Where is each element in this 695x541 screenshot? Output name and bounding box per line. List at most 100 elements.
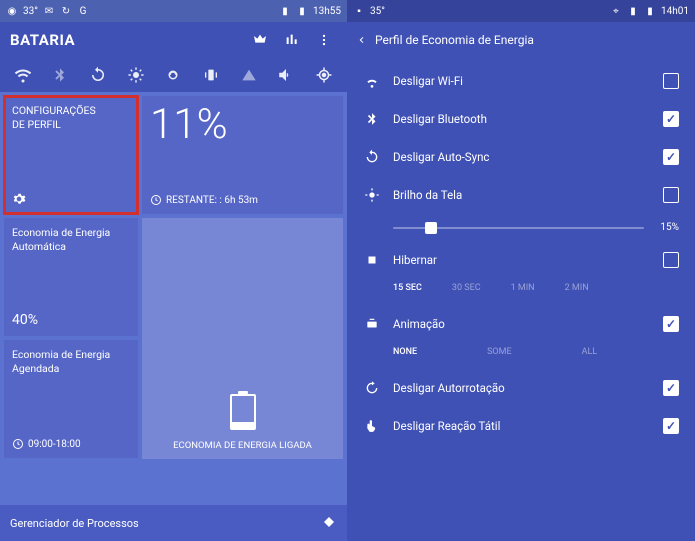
settings-list: Desligar Wi-Fi Desligar Bluetooth Deslig… [347,58,695,449]
diamond-icon [323,516,337,530]
hib-opt-2m[interactable]: 2 MIN [565,283,589,293]
signal-icon: ▮ [627,5,639,17]
setting-haptic[interactable]: Desligar Reação Tátil [347,407,695,445]
setting-haptic-label: Desligar Reação Tátil [393,419,663,433]
setting-hibernate-label: Hibernar [393,253,663,267]
checkbox-bluetooth[interactable] [663,111,679,127]
setting-brightness[interactable]: Brilho da Tela [347,176,695,214]
bluetooth-icon [363,110,381,128]
bluetooth-icon[interactable] [44,59,76,91]
setting-bluetooth-label: Desligar Bluetooth [393,112,663,126]
appbar-subtitle: Perfil de Economia de Energia [375,33,685,47]
tile-eco-status[interactable]: ECONOMIA DE ENERGIA LIGADA [142,218,343,459]
hib-opt-15[interactable]: 15 SEC [393,283,422,293]
wifi-icon[interactable] [7,59,39,91]
app-title: BATARIA [10,31,241,49]
sync-icon[interactable] [82,59,114,91]
anim-opt-some[interactable]: SOME [487,347,512,357]
tile-scheduled[interactable]: Economia de Energia Agendada 09:00-18:00 [4,340,138,458]
checkbox-wifi[interactable] [663,73,679,89]
volume-icon[interactable] [270,59,302,91]
sync-icon: ↻ [60,5,72,17]
brightness-icon [363,186,381,204]
checkbox-hibernate[interactable] [663,252,679,268]
clock-icon [12,438,24,450]
appbar-left: BATARIA [0,22,347,58]
setting-brightness-label: Brilho da Tela [393,188,663,202]
setting-autorotate-label: Desligar Autorrotação [393,381,663,395]
animation-options: NONE SOME ALL [347,343,695,369]
statusbar-right: ▪ 35° ⌖ ▮ ▮ 14h01 [347,0,695,22]
hib-opt-30[interactable]: 30 SEC [452,283,481,293]
bottom-label: Gerenciador de Processos [10,517,139,530]
tile-battery[interactable]: 11% RESTANTE: : 6h 53m [142,96,343,214]
tile-auto-save[interactable]: Economia de Energia Automática 40% [4,218,138,336]
anim-opt-all[interactable]: ALL [582,347,598,357]
notif-icon: ▪ [353,5,365,17]
tile-scheduled-title: Economia de Energia Agendada [12,348,130,375]
clock-icon [150,194,162,206]
right-screen: ▪ 35° ⌖ ▮ ▮ 14h01 Perfil de Economia de … [347,0,695,541]
battery-pct: 11% [150,100,335,149]
bluetooth-icon: ⌖ [610,5,622,17]
touch-icon [363,417,381,435]
brightness-value: 15% [660,222,679,233]
setting-autosync-label: Desligar Auto-Sync [393,150,663,164]
clock-label: 14h01 [661,6,689,17]
temp-label: 33° [23,6,38,17]
crown-icon[interactable] [247,27,273,53]
gear-icon [12,192,26,206]
auto-brightness-icon[interactable] [157,59,189,91]
quick-toggle-row [0,58,347,92]
checkbox-animation[interactable] [663,316,679,332]
setting-autorotate[interactable]: Desligar Autorrotação [347,369,695,407]
slider-thumb[interactable] [425,222,437,234]
checkbox-haptic[interactable] [663,418,679,434]
brightness-slider[interactable] [393,227,644,229]
back-icon[interactable] [357,33,367,47]
clock-label: 13h55 [313,6,341,17]
setting-autosync[interactable]: Desligar Auto-Sync [347,138,695,176]
battery-icon: ▮ [644,5,656,17]
battery-image [230,394,256,430]
brightness-icon[interactable] [120,59,152,91]
tile-grid: CONFIGURAÇÕES DE PERFIL 11% RESTANTE: : … [0,92,347,467]
sync-icon [363,148,381,166]
stats-icon[interactable] [279,27,305,53]
brightness-slider-row: 15% [347,214,695,241]
bottom-bar[interactable]: Gerenciador de Processos [0,505,347,541]
tile-profile-title: CONFIGURAÇÕES DE PERFIL [12,104,130,131]
vibrate-icon[interactable] [195,59,227,91]
battery-remaining: RESTANTE: : 6h 53m [166,195,258,206]
statusbar-left: ◉ 33° ✉ ↻ G ▮ ▮ 13h55 [0,0,347,22]
temp-label: 35° [370,6,385,17]
g-icon: G [77,5,89,17]
anim-opt-none[interactable]: NONE [393,347,417,357]
tile-auto-title: Economia de Energia Automática [12,226,130,253]
hibernate-icon [363,251,381,269]
eco-label: ECONOMIA DE ENERGIA LIGADA [173,440,312,451]
setting-bluetooth[interactable]: Desligar Bluetooth [347,100,695,138]
scheduled-time: 09:00-18:00 [28,439,81,450]
setting-wifi-label: Desligar Wi-Fi [393,74,663,88]
auto-pct: 40% [12,312,38,328]
setting-hibernate[interactable]: Hibernar [347,241,695,279]
mail-icon: ✉ [43,5,55,17]
checkbox-brightness[interactable] [663,187,679,203]
setting-animation[interactable]: Animação [347,305,695,343]
notif-icon: ◉ [6,5,18,17]
rotate-icon [363,379,381,397]
wifi-icon [363,72,381,90]
setting-animation-label: Animação [393,317,663,331]
battery-icon: ▮ [296,5,308,17]
checkbox-autosync[interactable] [663,149,679,165]
hibernate-options: 15 SEC 30 SEC 1 MIN 2 MIN [347,279,695,305]
gps-icon[interactable] [308,59,340,91]
tile-profile-settings[interactable]: CONFIGURAÇÕES DE PERFIL [4,96,138,214]
data-icon[interactable] [233,59,265,91]
setting-wifi[interactable]: Desligar Wi-Fi [347,62,695,100]
hib-opt-1m[interactable]: 1 MIN [511,283,535,293]
appbar-right: Perfil de Economia de Energia [347,22,695,58]
overflow-icon[interactable] [311,27,337,53]
checkbox-autorotate[interactable] [663,380,679,396]
